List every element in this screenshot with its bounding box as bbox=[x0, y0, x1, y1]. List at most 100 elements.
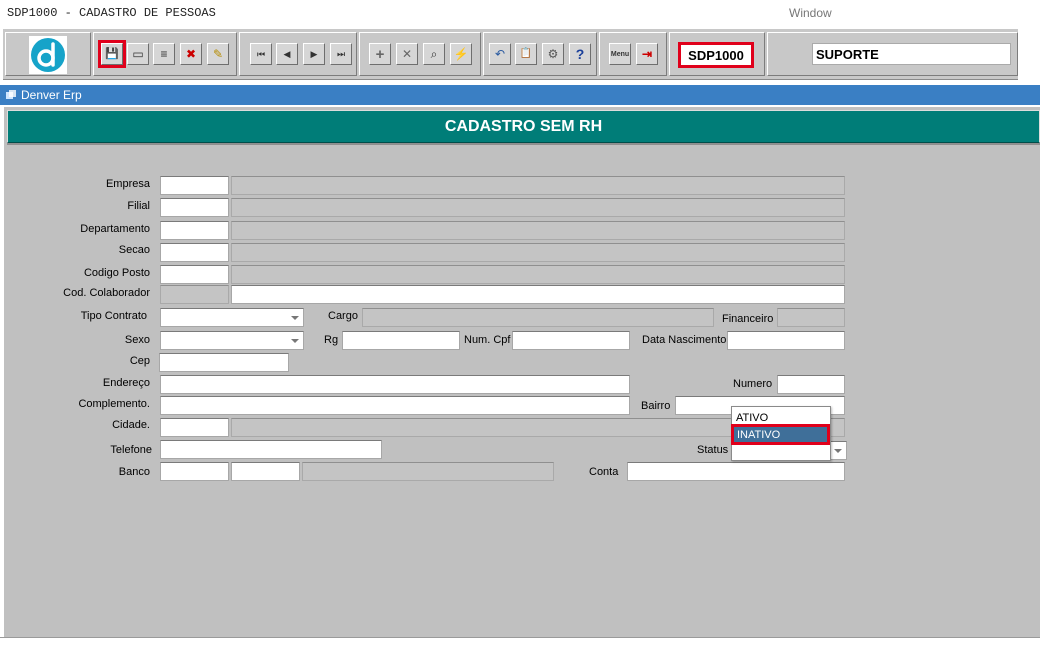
window-bar: Denver Erp bbox=[0, 85, 1040, 105]
execute-query-icon: ⚡ bbox=[453, 47, 469, 61]
rg-input[interactable] bbox=[342, 331, 460, 350]
app-title: SDP1000 - CADASTRO DE PESSOAS bbox=[7, 6, 216, 20]
financeiro-label: Financeiro bbox=[722, 313, 774, 325]
chevron-down-icon[interactable] bbox=[831, 443, 845, 458]
undo-button[interactable]: ↶ bbox=[489, 43, 511, 65]
user-field: SUPORTE bbox=[812, 43, 1011, 65]
save-button[interactable]: 💾 bbox=[98, 40, 126, 68]
insert-record-icon: + bbox=[375, 45, 385, 63]
print-button[interactable]: ≡ bbox=[153, 43, 175, 65]
empresa-label: Empresa bbox=[105, 178, 150, 190]
cod-colaborador-field bbox=[160, 285, 229, 304]
query-button[interactable]: ⌕ bbox=[423, 43, 445, 65]
status-label: Status bbox=[697, 444, 729, 456]
cargo-field bbox=[362, 308, 714, 327]
denver-logo-icon bbox=[29, 36, 67, 74]
conta-label: Conta bbox=[589, 466, 619, 478]
agencia-input[interactable] bbox=[231, 462, 300, 481]
last-record-button[interactable]: ⏭ bbox=[330, 43, 352, 65]
window-title: Denver Erp bbox=[21, 88, 82, 102]
departamento-name-field bbox=[231, 221, 845, 240]
first-record-button[interactable]: ⏮ bbox=[250, 43, 272, 65]
window-icon: ▭ bbox=[132, 47, 144, 61]
secao-name-field bbox=[231, 243, 845, 262]
window-app-icon bbox=[6, 90, 16, 99]
execute-query-button[interactable]: ⚡ bbox=[450, 43, 472, 65]
secao-code-input[interactable] bbox=[160, 243, 229, 262]
clear-icon: ✖ bbox=[185, 47, 197, 61]
rg-label: Rg bbox=[324, 334, 339, 346]
banco-name-field bbox=[302, 462, 554, 481]
endereco-input[interactable] bbox=[160, 375, 630, 394]
codigo-posto-name-field bbox=[231, 265, 845, 284]
menu-icon: Menu bbox=[610, 50, 630, 58]
departamento-label: Departamento bbox=[80, 223, 150, 235]
help-icon: ? bbox=[575, 46, 585, 62]
exit-button[interactable]: ⇥ bbox=[636, 43, 658, 65]
status-option-ativo[interactable]: ATIVO bbox=[736, 412, 768, 424]
bairro-label: Bairro bbox=[641, 400, 671, 412]
data-nascimento-input[interactable] bbox=[727, 331, 845, 350]
edit-icon: ✎ bbox=[212, 47, 224, 61]
undo-icon: ↶ bbox=[494, 47, 506, 61]
clipboard-button[interactable]: 📋 bbox=[515, 43, 537, 65]
first-record-icon: ⏮ bbox=[256, 48, 266, 59]
numero-label: Numero bbox=[733, 378, 773, 390]
tipo-contrato-label: Tipo Contrato bbox=[80, 310, 147, 322]
num-cpf-input[interactable] bbox=[512, 331, 630, 350]
numero-input[interactable] bbox=[777, 375, 845, 394]
codigo-posto-label: Codigo Posto bbox=[83, 267, 150, 279]
window-button[interactable]: ▭ bbox=[127, 43, 149, 65]
banco-code-input[interactable] bbox=[160, 462, 229, 481]
module-code-field: SDP1000 bbox=[678, 42, 754, 68]
cidade-code-input[interactable] bbox=[160, 418, 229, 437]
complemento-label: Complemento. bbox=[78, 398, 150, 410]
data-nascimento-label: Data Nascimento bbox=[642, 334, 727, 346]
next-record-button[interactable]: ▶ bbox=[303, 43, 325, 65]
chevron-down-icon[interactable] bbox=[288, 333, 302, 348]
edit-button[interactable]: ✎ bbox=[207, 43, 229, 65]
menu-window[interactable]: Window bbox=[789, 6, 832, 20]
filial-label: Filial bbox=[127, 200, 150, 212]
cep-label: Cep bbox=[129, 355, 150, 367]
secao-label: Secao bbox=[118, 244, 150, 256]
status-bar bbox=[0, 637, 1040, 647]
insert-record-button[interactable]: + bbox=[369, 43, 391, 65]
clear-button[interactable]: ✖ bbox=[180, 43, 202, 65]
empresa-name-field bbox=[231, 176, 845, 195]
codigo-posto-input[interactable] bbox=[160, 265, 229, 284]
prev-record-button[interactable]: ◀ bbox=[276, 43, 298, 65]
empresa-code-input[interactable] bbox=[160, 176, 229, 195]
cod-colaborador-label: Cod. Colaborador bbox=[63, 287, 150, 299]
cargo-label: Cargo bbox=[328, 310, 358, 322]
print-icon: ≡ bbox=[160, 47, 168, 61]
delete-record-button[interactable]: ✕ bbox=[396, 43, 418, 65]
complemento-input[interactable] bbox=[160, 396, 630, 415]
query-icon: ⌕ bbox=[430, 47, 438, 61]
save-icon: 💾 bbox=[105, 47, 119, 60]
last-record-icon: ⏭ bbox=[336, 48, 346, 59]
delete-record-icon: ✕ bbox=[401, 47, 413, 61]
filial-code-input[interactable] bbox=[160, 198, 229, 217]
departamento-code-input[interactable] bbox=[160, 221, 229, 240]
sexo-label: Sexo bbox=[124, 334, 150, 346]
cep-input[interactable] bbox=[159, 353, 289, 372]
prev-record-icon: ◀ bbox=[283, 48, 291, 59]
status-option-inativo[interactable]: INATIVO bbox=[731, 424, 830, 445]
help-button[interactable]: ? bbox=[569, 43, 591, 65]
telefone-input[interactable] bbox=[160, 440, 382, 459]
form-separator bbox=[7, 143, 1040, 145]
menu-button[interactable]: Menu bbox=[609, 43, 631, 65]
cidade-label: Cidade. bbox=[112, 419, 150, 431]
tipo-contrato-select[interactable] bbox=[160, 308, 304, 327]
conta-input[interactable] bbox=[627, 462, 845, 481]
exit-icon: ⇥ bbox=[641, 47, 653, 61]
tools-button[interactable]: ⚙ bbox=[542, 43, 564, 65]
clipboard-icon: 📋 bbox=[519, 48, 533, 59]
banco-label: Banco bbox=[118, 466, 150, 478]
endereco-label: Endereço bbox=[102, 377, 150, 389]
num-cpf-label: Num. Cpf bbox=[464, 334, 511, 346]
chevron-down-icon[interactable] bbox=[288, 310, 302, 325]
colaborador-name-input[interactable] bbox=[231, 285, 845, 304]
sexo-select[interactable] bbox=[160, 331, 304, 350]
